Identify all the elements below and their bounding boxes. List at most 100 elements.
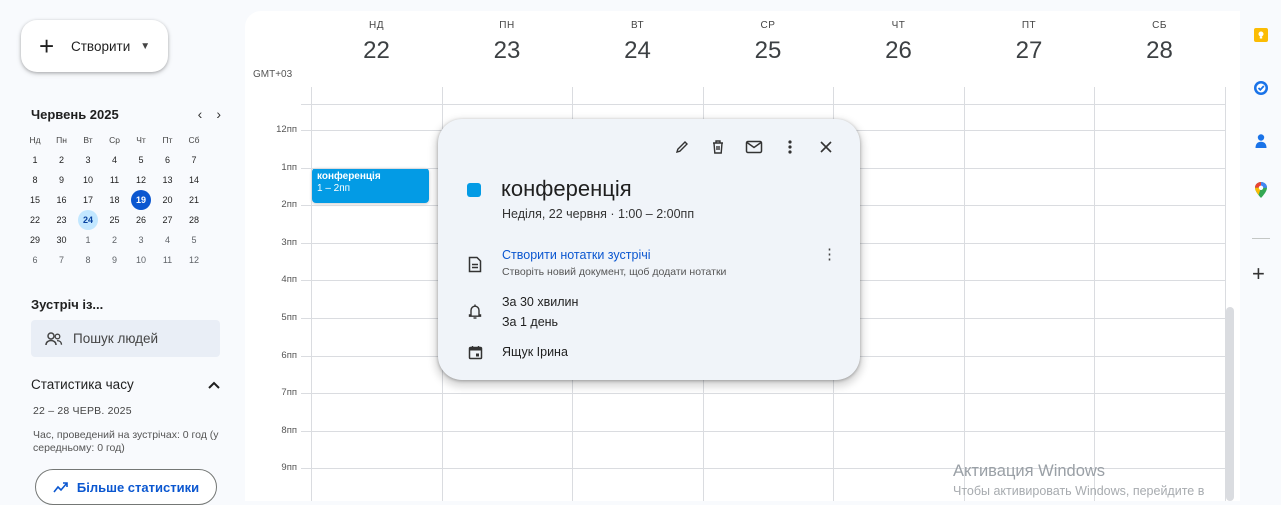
- mini-calendar-day[interactable]: 6: [22, 255, 48, 265]
- tasks-icon[interactable]: [1253, 80, 1269, 96]
- day-number[interactable]: 22: [311, 37, 442, 65]
- day-header[interactable]: ПТ 27: [964, 11, 1095, 91]
- mini-calendar-day-number: 18: [109, 195, 120, 205]
- mini-calendar-day[interactable]: 8: [22, 175, 48, 185]
- mini-calendar-day-number: 26: [135, 215, 146, 225]
- more-insights-label: Більше статистики: [76, 479, 200, 495]
- mini-calendar-day[interactable]: 3: [128, 235, 154, 245]
- day-number[interactable]: 25: [703, 37, 834, 65]
- mini-calendar-day[interactable]: 12: [181, 255, 207, 265]
- mini-calendar-weekdays: Нд Пн Вт Ср Чт Пт Сб: [22, 130, 228, 150]
- mini-calendar-day[interactable]: 2: [102, 235, 128, 245]
- contacts-icon[interactable]: [1253, 133, 1269, 149]
- chevron-right-icon[interactable]: ›: [216, 106, 221, 122]
- mini-calendar-day[interactable]: 5: [181, 235, 207, 245]
- mini-calendar-day[interactable]: 14: [181, 175, 207, 185]
- mini-calendar-day[interactable]: 4: [155, 235, 181, 245]
- mini-calendar-day[interactable]: 6: [155, 155, 181, 165]
- mini-calendar-day[interactable]: 13: [155, 175, 181, 185]
- day-name: СБ: [1152, 20, 1167, 31]
- event-chip[interactable]: конференція 1 – 2пп: [312, 168, 429, 203]
- bell-icon: [466, 302, 484, 320]
- day-header[interactable]: ПН 23: [442, 11, 573, 91]
- more-insights-button[interactable]: Більше статистики: [35, 469, 217, 505]
- chevron-up-icon[interactable]: [208, 378, 220, 392]
- weekday-label: Пн: [56, 135, 67, 145]
- time-insights-header[interactable]: Статистика часу: [31, 377, 220, 392]
- hour-gridline: [301, 104, 1226, 105]
- mini-calendar-day-number: 22: [29, 215, 40, 225]
- close-icon[interactable]: [808, 133, 844, 161]
- trending-icon: [53, 482, 68, 493]
- day-header[interactable]: СР 25: [703, 11, 834, 91]
- mini-calendar-day[interactable]: 7: [181, 155, 207, 165]
- maps-icon[interactable]: [1253, 181, 1269, 198]
- mini-calendar-day[interactable]: 15: [22, 195, 48, 205]
- weekday-label: Сб: [188, 135, 200, 145]
- mini-calendar-day[interactable]: 21: [181, 195, 207, 205]
- mini-calendar-day[interactable]: 23: [49, 215, 75, 225]
- mini-calendar-day[interactable]: 17: [75, 195, 101, 205]
- mini-calendar-week: 22 23 24 25 26 27 28: [22, 210, 228, 230]
- day-name: СР: [760, 20, 776, 31]
- edit-icon[interactable]: [664, 133, 700, 161]
- day-number[interactable]: 28: [1094, 37, 1225, 65]
- day-header[interactable]: ЧТ 26: [833, 11, 964, 91]
- mini-calendar-day[interactable]: 9: [49, 175, 75, 185]
- mini-calendar-day[interactable]: 10: [128, 255, 154, 265]
- mini-calendar-day[interactable]: 3: [75, 155, 101, 165]
- create-button[interactable]: + Створити ▼: [21, 20, 168, 72]
- mini-calendar-day[interactable]: 18: [102, 195, 128, 205]
- mini-calendar-day-number: 30: [56, 235, 67, 245]
- mini-calendar-day[interactable]: 12: [128, 175, 154, 185]
- hour-label: 2пп: [281, 199, 297, 211]
- mini-calendar-day[interactable]: 29: [22, 235, 48, 245]
- mini-calendar-day[interactable]: 1: [22, 155, 48, 165]
- day-number[interactable]: 23: [442, 37, 573, 65]
- email-icon[interactable]: [736, 133, 772, 161]
- mini-calendar-day[interactable]: 30: [49, 235, 75, 245]
- mini-calendar-day[interactable]: 4: [102, 155, 128, 165]
- mini-calendar-selected-day[interactable]: 24: [75, 210, 101, 230]
- mini-calendar-week: 1 2 3 4 5 6 7: [22, 150, 228, 170]
- mini-calendar-day[interactable]: 27: [155, 215, 181, 225]
- day-number[interactable]: 26: [833, 37, 964, 65]
- mini-calendar-day[interactable]: 7: [49, 255, 75, 265]
- mini-calendar-day[interactable]: 9: [102, 255, 128, 265]
- more-vert-icon[interactable]: [772, 133, 808, 161]
- day-header[interactable]: ВТ 24: [572, 11, 703, 91]
- mini-calendar-day[interactable]: 22: [22, 215, 48, 225]
- day-number[interactable]: 27: [964, 37, 1095, 65]
- mini-calendar-day-number: 12: [135, 175, 146, 185]
- mini-calendar-week: 8 9 10 11 12 13 14: [22, 170, 228, 190]
- mini-calendar-day[interactable]: 26: [128, 215, 154, 225]
- day-header[interactable]: НД 22: [311, 11, 442, 91]
- delete-icon[interactable]: [700, 133, 736, 161]
- mini-calendar-day[interactable]: 20: [155, 195, 181, 205]
- day-column-divider: [963, 87, 965, 501]
- chevron-left-icon[interactable]: ‹: [198, 106, 203, 122]
- vertical-scrollbar[interactable]: [1226, 307, 1234, 501]
- hour-label: 1пп: [281, 161, 297, 173]
- mini-calendar-day[interactable]: 10: [75, 175, 101, 185]
- people-search-input[interactable]: Пошук людей: [31, 320, 220, 357]
- mini-calendar-day[interactable]: 2: [49, 155, 75, 165]
- add-addon-icon[interactable]: +: [1252, 261, 1265, 287]
- create-notes-link[interactable]: Створити нотатки зустрічі: [502, 248, 651, 262]
- mini-calendar-day[interactable]: 11: [102, 175, 128, 185]
- mini-calendar-day[interactable]: 1: [75, 235, 101, 245]
- mini-calendar-day[interactable]: 28: [181, 215, 207, 225]
- day-number[interactable]: 24: [572, 37, 703, 65]
- keep-icon[interactable]: [1253, 27, 1269, 43]
- notes-more-icon[interactable]: ⋮: [822, 247, 837, 262]
- hour-label: 12пп: [276, 124, 297, 135]
- mini-calendar-day[interactable]: 25: [102, 215, 128, 225]
- weekday-label: Пт: [162, 135, 173, 145]
- mini-calendar-day[interactable]: 8: [75, 255, 101, 265]
- mini-calendar-today[interactable]: 19: [128, 190, 154, 210]
- document-icon: [466, 255, 484, 273]
- mini-calendar-day[interactable]: 5: [128, 155, 154, 165]
- mini-calendar-day[interactable]: 11: [155, 255, 181, 265]
- mini-calendar-day[interactable]: 16: [49, 195, 75, 205]
- day-header[interactable]: СБ 28: [1094, 11, 1225, 91]
